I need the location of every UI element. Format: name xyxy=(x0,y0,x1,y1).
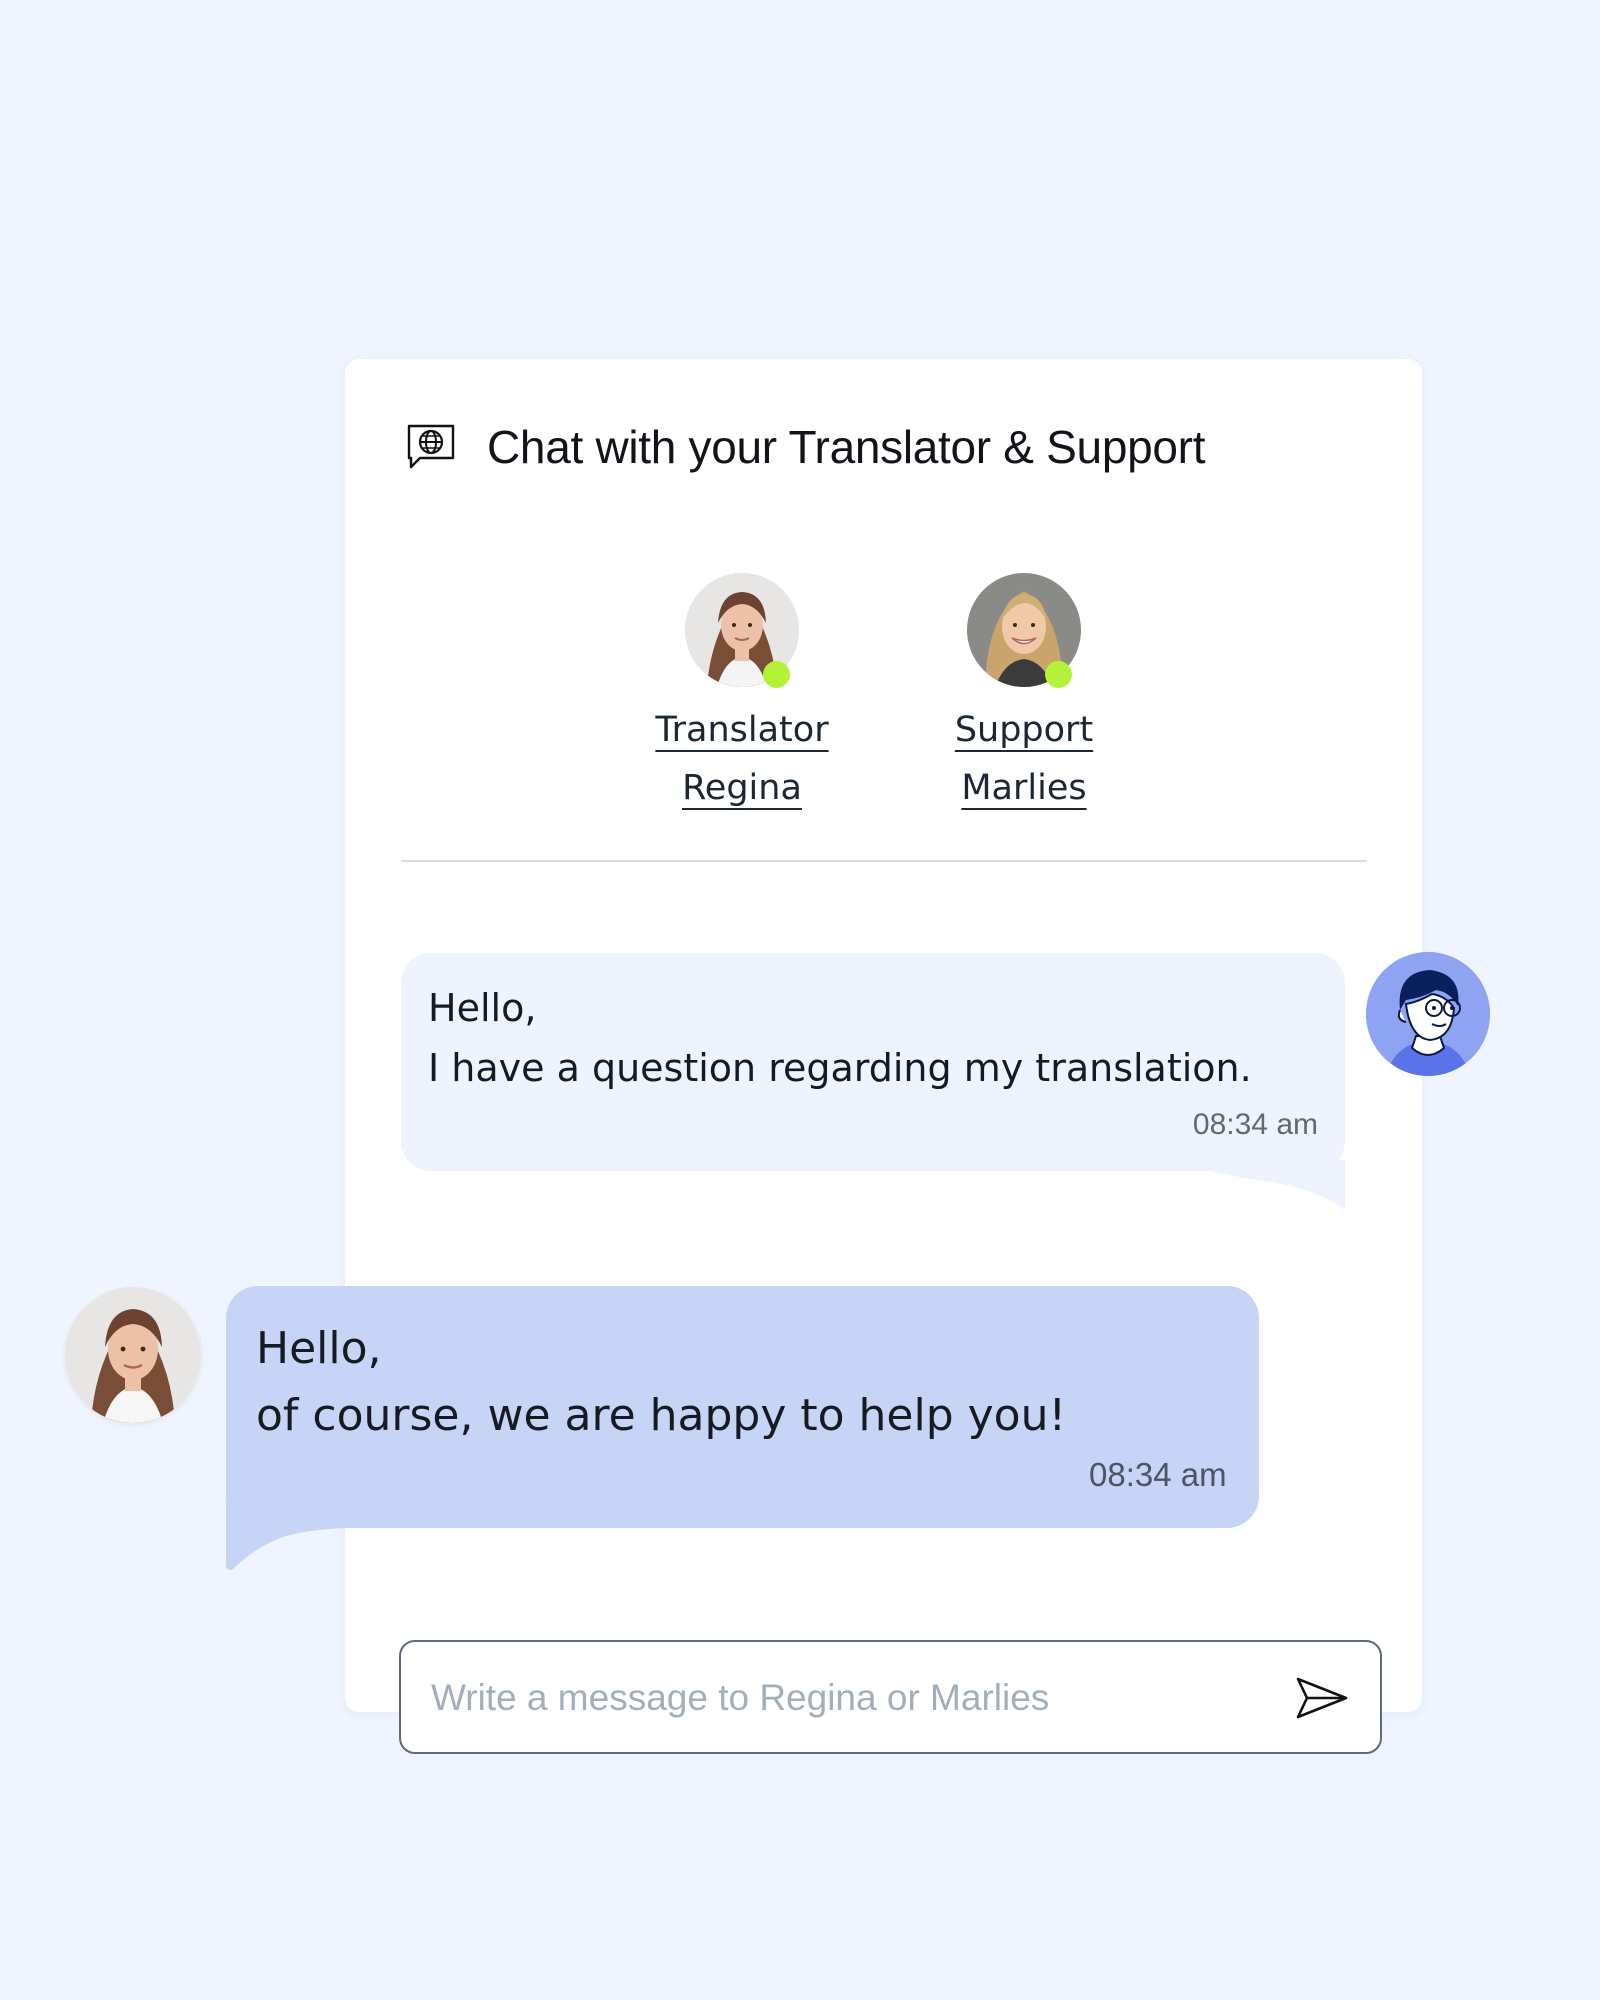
bubble-tail-agent xyxy=(226,1500,356,1570)
agent-support[interactable]: Support Marlies xyxy=(924,573,1124,817)
message-line: Hello, xyxy=(256,1323,382,1374)
chat-header: Chat with your Translator & Support xyxy=(405,420,1205,474)
agent-role[interactable]: Translator xyxy=(655,701,828,759)
agent-role[interactable]: Support xyxy=(955,701,1093,759)
send-icon xyxy=(1296,1677,1348,1719)
agent-translator[interactable]: Translator Regina xyxy=(642,573,842,817)
page-title: Chat with your Translator & Support xyxy=(487,421,1206,473)
message-timestamp: 08:34 am xyxy=(1089,1456,1227,1493)
user-avatar[interactable] xyxy=(1366,952,1490,1076)
header-divider xyxy=(401,860,1367,862)
avatar-translator-regina-message[interactable] xyxy=(65,1287,201,1423)
online-status-dot xyxy=(763,661,790,688)
agent-name-link[interactable]: Support Marlies xyxy=(955,701,1093,817)
agent-name[interactable]: Marlies xyxy=(961,759,1086,817)
message-timestamp: 08:34 am xyxy=(1192,1108,1318,1141)
message-line: Hello, xyxy=(428,986,537,1030)
bubble-tail-user xyxy=(1210,1160,1345,1210)
message-composer xyxy=(399,1640,1382,1754)
message-line: I have a question regarding my translati… xyxy=(428,1046,1252,1090)
agent-name[interactable]: Regina xyxy=(682,759,802,817)
portrait-image xyxy=(65,1287,201,1423)
online-status-dot xyxy=(1045,661,1072,688)
send-button[interactable] xyxy=(1292,1670,1352,1726)
message-line: of course, we are happy to help you! xyxy=(256,1390,1067,1441)
agent-name-link[interactable]: Translator Regina xyxy=(655,701,828,817)
user-illustration-icon xyxy=(1366,952,1490,1076)
message-input[interactable] xyxy=(429,1666,1233,1730)
globe-chat-icon xyxy=(407,424,455,469)
